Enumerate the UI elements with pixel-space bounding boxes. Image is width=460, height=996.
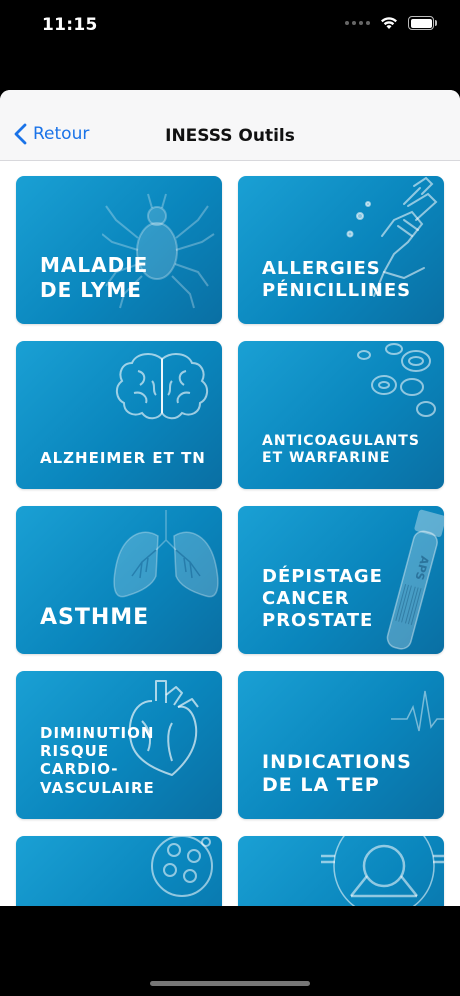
modal-sheet: Retour INESSS Outils MALADIE DE LYME ALL…	[0, 90, 460, 906]
tile-anticoagulants-et-warfarine[interactable]: ANTICOAGULANTS ET WARFARINE	[238, 341, 444, 489]
tile-asthme[interactable]: ASTHME	[16, 506, 222, 654]
tile-label: DIMINUTION RISQUE CARDIO- VASCULAIRE	[40, 723, 155, 797]
tile-alzheimer-et-tn[interactable]: ALZHEIMER ET TN	[16, 341, 222, 489]
status-icons	[345, 16, 437, 30]
tile-depistage-cancer-prostate[interactable]: APS DÉPISTAGE CANCER PROSTATE	[238, 506, 444, 654]
navigation-bar: Retour INESSS Outils	[0, 90, 460, 161]
home-indicator[interactable]	[150, 981, 310, 986]
tile-diminution-risque-cardio-vasculaire[interactable]: DIMINUTION RISQUE CARDIO- VASCULAIRE	[16, 671, 222, 819]
status-bar: 11:15	[0, 0, 460, 52]
tile-maladie-de-lyme[interactable]: MALADIE DE LYME	[16, 176, 222, 324]
tile-label: ASTHME	[40, 605, 150, 631]
wifi-icon	[381, 17, 397, 29]
tile-label: MALADIE DE LYME	[40, 253, 149, 302]
tile-label: INDICATIONS DE LA TEP	[262, 750, 412, 796]
scanner-icon	[321, 836, 444, 906]
tile-10[interactable]	[238, 836, 444, 906]
tile-label: ALLERGIES PÉNICILLINES	[262, 258, 412, 302]
tile-label: DÉPISTAGE CANCER PROSTATE	[262, 566, 383, 632]
tile-indications-de-la-tep[interactable]: INDICATIONS DE LA TEP	[238, 671, 444, 819]
page-title: INESSS Outils	[165, 126, 295, 146]
tile-label: ALZHEIMER ET TN	[40, 448, 206, 467]
cell-icon	[151, 836, 213, 897]
signal-icon	[345, 21, 370, 25]
battery-icon	[408, 16, 437, 30]
tile-label: ANTICOAGULANTS ET WARFARINE	[262, 432, 420, 466]
tile-9[interactable]	[16, 836, 222, 906]
tile-allergies-penicillines[interactable]: ALLERGIES PÉNICILLINES	[238, 176, 444, 324]
status-time: 11:15	[42, 15, 98, 35]
tools-grid: MALADIE DE LYME ALLERGIES PÉNICILLINES A…	[16, 176, 444, 906]
